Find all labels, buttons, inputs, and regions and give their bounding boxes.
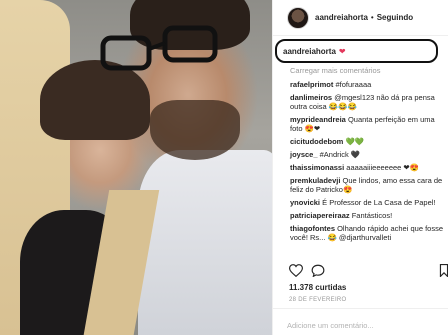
comment-item: thaissimonassi aaaaaiiieeeeeee ❤😍 [290, 163, 445, 172]
post-header: aandreiahorta • Seguindo [273, 0, 448, 36]
speech-bubble-icon[interactable] [311, 264, 325, 277]
bookmark-icon[interactable] [439, 264, 448, 277]
comment-username[interactable]: patriciapereiraaz [290, 211, 350, 220]
comment-item: ynovicki É Professor de La Casa de Papel… [290, 198, 445, 207]
following-button[interactable]: Seguindo [377, 13, 413, 22]
comment-item: rafaelprimot #fofuraaaa [290, 80, 445, 89]
caption-username[interactable]: aandreiahorta [283, 47, 336, 56]
comment-text: É Professor de La Casa de Papel! [322, 198, 436, 207]
post-side-panel: aandreiahorta • Seguindo aandreiahorta ❤… [272, 0, 448, 335]
comment-text: #fofuraaaa [335, 80, 372, 89]
comment-list: rafaelprimot #fofuraaaa danlimeiros @mge… [290, 80, 445, 246]
comment-username[interactable]: premkuladevji [290, 176, 340, 185]
comment-username[interactable]: cicitudodebom [290, 137, 343, 146]
header-separator: • [370, 13, 374, 22]
photo-shirt [138, 150, 272, 335]
comment-username[interactable]: danlimeiros [290, 93, 332, 102]
comment-item: premkuladevji Que lindos, amo essa cara … [290, 176, 445, 194]
heart-outline-icon[interactable] [289, 264, 303, 277]
comment-item: cicitudodebom 💚💚 [290, 137, 445, 146]
avatar[interactable] [287, 6, 309, 29]
comment-username[interactable]: joysce_ [290, 150, 318, 159]
comment-username[interactable]: myprideandreia [290, 115, 346, 124]
comment-username[interactable]: thaissimonassi [290, 163, 344, 172]
comment-username[interactable]: thiagofontes [290, 224, 335, 233]
caption-highlight-box: aandreiahorta ❤ [275, 39, 438, 63]
comment-text: Fantásticos! [351, 211, 393, 220]
like-count[interactable]: 11.378 curtidas [289, 283, 346, 292]
comment-text: #Andrick 🖤 [319, 150, 361, 159]
post-date: 28 DE FEVEREIRO [289, 297, 347, 303]
comment-text: 💚💚 [345, 137, 365, 146]
header-username[interactable]: aandreiahorta [315, 13, 368, 22]
comment-item: patriciapereiraaz Fantásticos! [290, 211, 445, 220]
comment-text: aaaaaiiieeeeeee ❤😍 [346, 163, 420, 172]
comment-username[interactable]: rafaelprimot [290, 80, 333, 89]
glasses-shape [100, 25, 218, 71]
add-comment-input[interactable]: Adicione um comentário... [273, 308, 448, 335]
photo-beard [150, 100, 240, 160]
caption-heart-emoji: ❤ [338, 46, 346, 56]
comment-username[interactable]: ynovicki [290, 198, 320, 207]
comment-item: joysce_ #Andrick 🖤 [290, 150, 445, 159]
comment-item: thiagofontes Olhando rápido achei que fo… [290, 224, 445, 242]
post-photo[interactable] [0, 0, 272, 335]
load-more-comments[interactable]: Carregar mais comentários [290, 66, 380, 75]
comment-item: myprideandreia Quanta perfeição em uma f… [290, 115, 445, 133]
action-bar [289, 264, 448, 278]
comment-item: danlimeiros @mgesl123 não dá pra pensa o… [290, 93, 445, 111]
